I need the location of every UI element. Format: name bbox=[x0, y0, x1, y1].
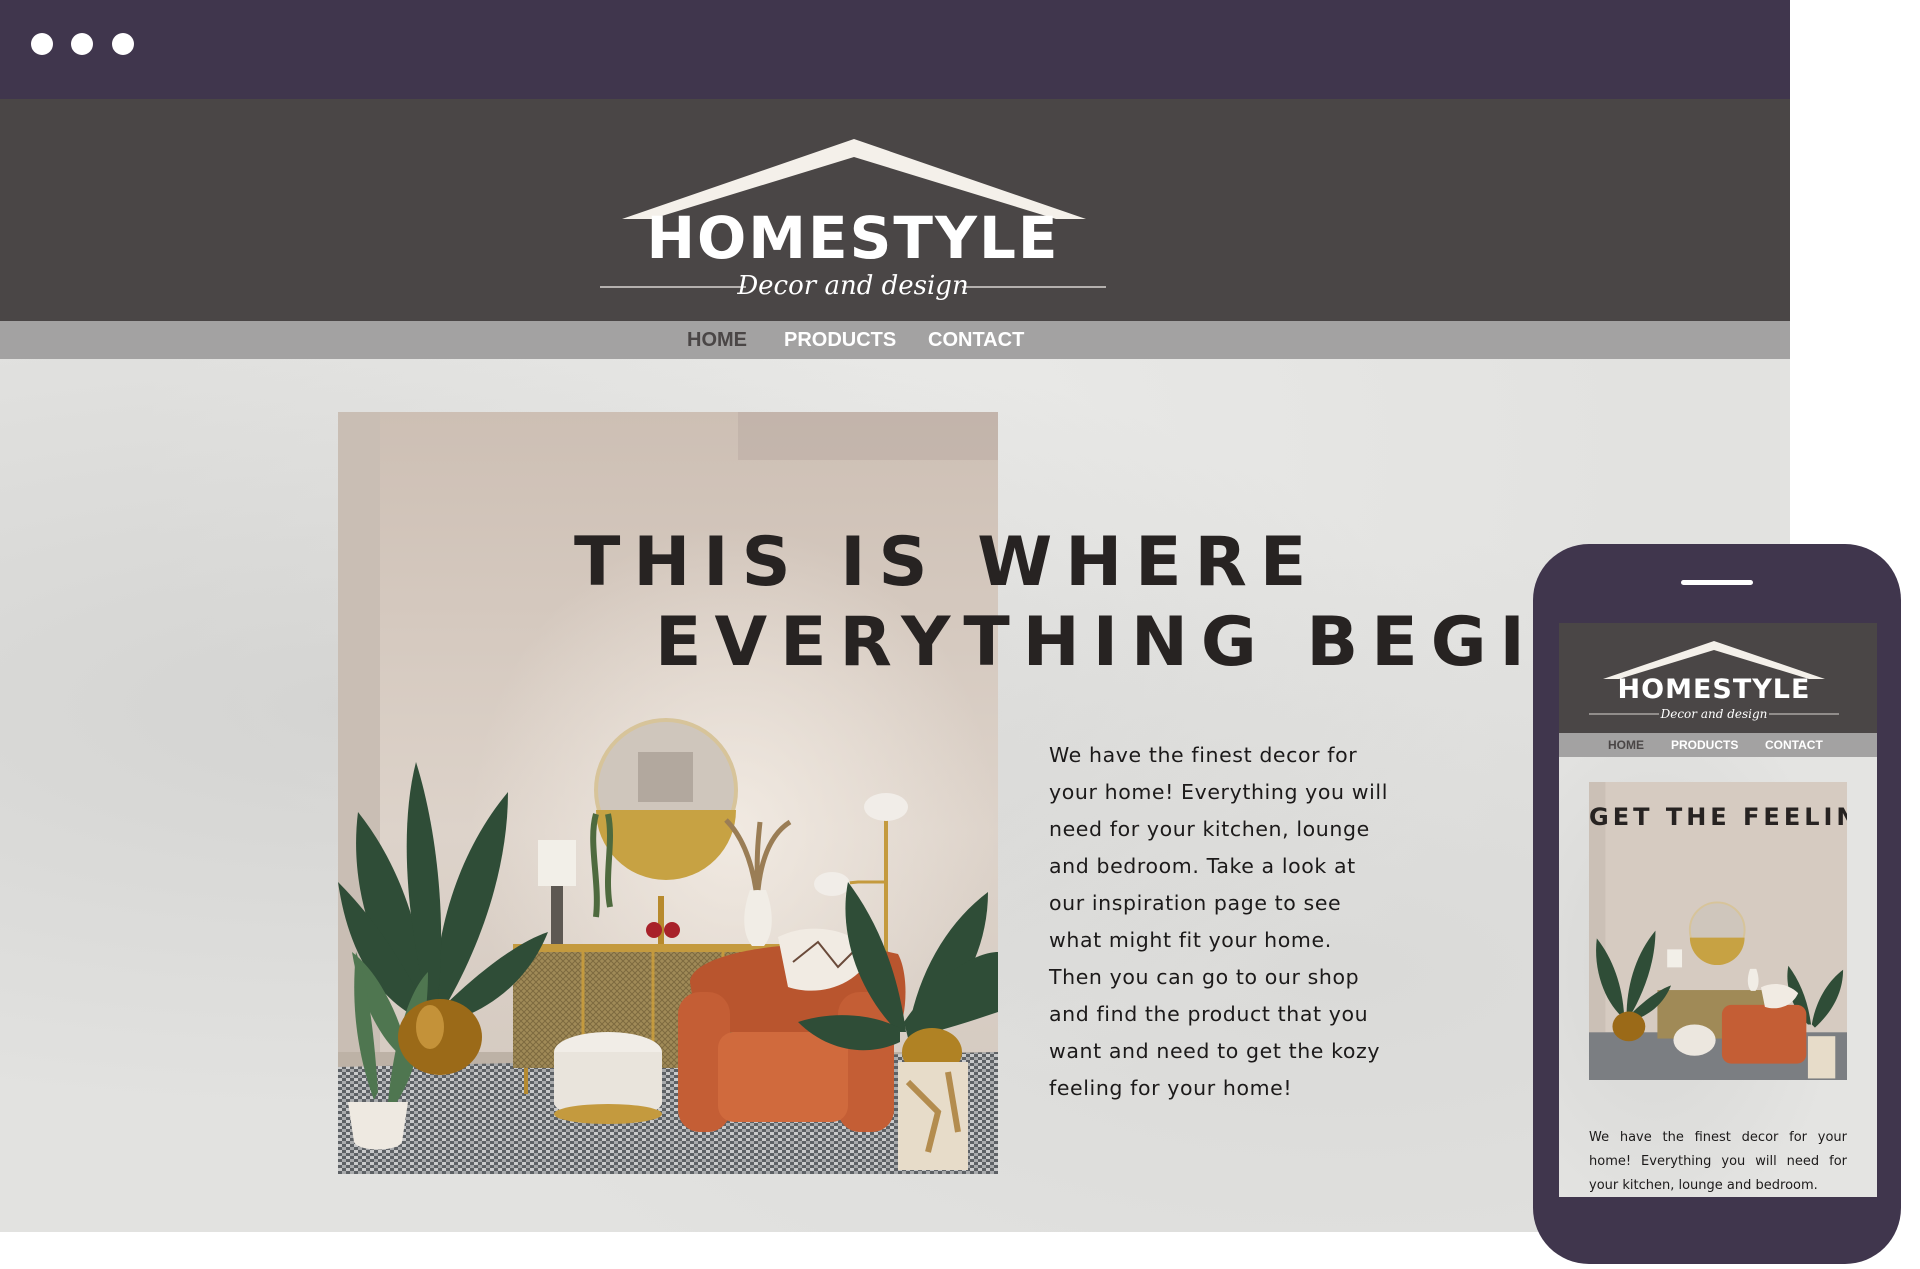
mobile-nav-home[interactable]: HOME bbox=[1608, 738, 1644, 752]
browser-titlebar bbox=[0, 0, 1790, 99]
mobile-nav: HOME PRODUCTS CONTACT bbox=[1559, 733, 1877, 757]
nav-contact[interactable]: CONTACT bbox=[928, 328, 1024, 352]
mobile-screen: HOMESTYLE Decor and design HOME PRODUCTS… bbox=[1559, 623, 1877, 1197]
mobile-homestyle-logo[interactable]: HOMESTYLE Decor and design bbox=[1589, 641, 1839, 731]
mobile-living-room-photo: GET THE FEELING bbox=[1589, 782, 1847, 1080]
window-dot-maximize[interactable] bbox=[112, 33, 134, 55]
phone-speaker bbox=[1681, 580, 1753, 585]
mobile-phone-mockup: HOMESTYLE Decor and design HOME PRODUCTS… bbox=[1533, 544, 1901, 1264]
window-dot-minimize[interactable] bbox=[71, 33, 93, 55]
homestyle-logo[interactable]: HOMESTYLE Decor and design bbox=[598, 137, 1108, 317]
logo-wordmark: HOMESTYLE bbox=[646, 204, 1060, 272]
hero-section: THIS IS WHERE EVERYTHING BEGINS We have … bbox=[0, 359, 1790, 1232]
hero-intro-text: We have the finest decor for your home! … bbox=[1049, 743, 1389, 1100]
hero-headline-line2: EVERYTHING BEGINS bbox=[655, 603, 1670, 682]
site-header: HOMESTYLE Decor and design bbox=[0, 99, 1790, 321]
mobile-site-header: HOMESTYLE Decor and design bbox=[1559, 623, 1877, 733]
mobile-intro-text: We have the finest decor for your home! … bbox=[1589, 1130, 1847, 1193]
mobile-logo-wordmark: HOMESTYLE bbox=[1617, 674, 1811, 705]
main-nav: HOME PRODUCTS CONTACT bbox=[0, 321, 1790, 359]
mobile-logo-tagline: Decor and design bbox=[1660, 707, 1768, 721]
nav-home[interactable]: HOME bbox=[687, 328, 747, 352]
desktop-browser-mockup: HOMESTYLE Decor and design HOME PRODUCTS… bbox=[0, 0, 1790, 1232]
logo-tagline: Decor and design bbox=[737, 271, 969, 301]
mobile-headline: GET THE FEELING bbox=[1589, 803, 1847, 831]
window-dot-close[interactable] bbox=[31, 33, 53, 55]
nav-products[interactable]: PRODUCTS bbox=[784, 328, 896, 352]
hero-headline-line1: THIS IS WHERE bbox=[574, 523, 1320, 602]
mobile-nav-products[interactable]: PRODUCTS bbox=[1671, 738, 1738, 752]
mobile-nav-contact[interactable]: CONTACT bbox=[1765, 738, 1823, 752]
